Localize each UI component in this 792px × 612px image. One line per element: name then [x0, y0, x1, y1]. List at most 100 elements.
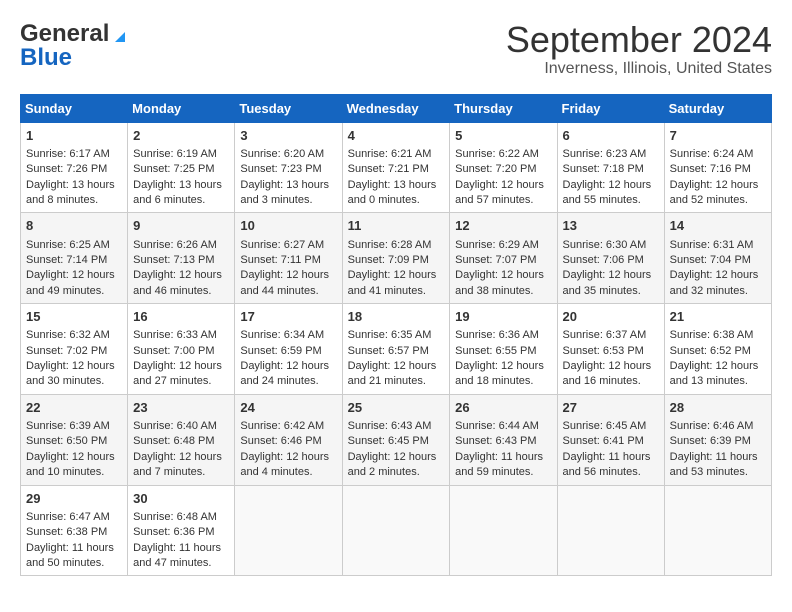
calendar-cell: 3 Sunrise: 6:20 AM Sunset: 7:23 PM Dayli…: [235, 122, 342, 213]
header-wednesday: Wednesday: [342, 94, 450, 122]
calendar-cell: 18 Sunrise: 6:35 AM Sunset: 6:57 PM Dayl…: [342, 304, 450, 395]
calendar-cell: 11 Sunrise: 6:28 AM Sunset: 7:09 PM Dayl…: [342, 213, 450, 304]
sunrise-text: Sunrise: 6:26 AM: [133, 239, 217, 251]
sunset-text: Sunset: 7:04 PM: [670, 254, 751, 266]
daylight-text: Daylight: 13 hours and 8 minutes.: [26, 179, 115, 206]
daylight-text: Daylight: 12 hours and 2 minutes.: [348, 451, 437, 478]
sunrise-text: Sunrise: 6:32 AM: [26, 329, 110, 341]
daylight-text: Daylight: 12 hours and 21 minutes.: [348, 360, 437, 387]
sunrise-text: Sunrise: 6:35 AM: [348, 329, 432, 341]
daylight-text: Daylight: 12 hours and 27 minutes.: [133, 360, 222, 387]
sunset-text: Sunset: 7:09 PM: [348, 254, 429, 266]
calendar-cell: 10 Sunrise: 6:27 AM Sunset: 7:11 PM Dayl…: [235, 213, 342, 304]
sunrise-text: Sunrise: 6:45 AM: [563, 420, 647, 432]
sunrise-text: Sunrise: 6:40 AM: [133, 420, 217, 432]
day-number: 25: [348, 399, 445, 417]
calendar-cell: 27 Sunrise: 6:45 AM Sunset: 6:41 PM Dayl…: [557, 394, 664, 485]
calendar-week-row: 29 Sunrise: 6:47 AM Sunset: 6:38 PM Dayl…: [21, 485, 772, 576]
day-number: 27: [563, 399, 659, 417]
sunset-text: Sunset: 7:02 PM: [26, 345, 107, 357]
sunrise-text: Sunrise: 6:46 AM: [670, 420, 754, 432]
daylight-text: Daylight: 12 hours and 35 minutes.: [563, 269, 652, 296]
sunrise-text: Sunrise: 6:39 AM: [26, 420, 110, 432]
sunrise-text: Sunrise: 6:48 AM: [133, 511, 217, 523]
daylight-text: Daylight: 11 hours and 59 minutes.: [455, 451, 543, 478]
sunrise-text: Sunrise: 6:19 AM: [133, 148, 217, 160]
calendar-cell: 13 Sunrise: 6:30 AM Sunset: 7:06 PM Dayl…: [557, 213, 664, 304]
sunset-text: Sunset: 7:25 PM: [133, 163, 214, 175]
sunset-text: Sunset: 6:52 PM: [670, 345, 751, 357]
sunset-text: Sunset: 6:59 PM: [240, 345, 321, 357]
calendar-cell: [557, 485, 664, 576]
calendar-cell: 29 Sunrise: 6:47 AM Sunset: 6:38 PM Dayl…: [21, 485, 128, 576]
day-number: 29: [26, 490, 122, 508]
daylight-text: Daylight: 12 hours and 57 minutes.: [455, 179, 544, 206]
header-saturday: Saturday: [664, 94, 771, 122]
calendar-cell: 16 Sunrise: 6:33 AM Sunset: 7:00 PM Dayl…: [128, 304, 235, 395]
daylight-text: Daylight: 12 hours and 18 minutes.: [455, 360, 544, 387]
day-number: 22: [26, 399, 122, 417]
sunrise-text: Sunrise: 6:24 AM: [670, 148, 754, 160]
day-number: 21: [670, 308, 766, 326]
sunrise-text: Sunrise: 6:42 AM: [240, 420, 324, 432]
page-header: General Blue September 2024 Inverness, I…: [20, 20, 772, 78]
sunrise-text: Sunrise: 6:27 AM: [240, 239, 324, 251]
calendar-cell: 20 Sunrise: 6:37 AM Sunset: 6:53 PM Dayl…: [557, 304, 664, 395]
sunrise-text: Sunrise: 6:29 AM: [455, 239, 539, 251]
calendar-week-row: 22 Sunrise: 6:39 AM Sunset: 6:50 PM Dayl…: [21, 394, 772, 485]
sunrise-text: Sunrise: 6:23 AM: [563, 148, 647, 160]
calendar-cell: 21 Sunrise: 6:38 AM Sunset: 6:52 PM Dayl…: [664, 304, 771, 395]
day-number: 17: [240, 308, 336, 326]
calendar-table: Sunday Monday Tuesday Wednesday Thursday…: [20, 94, 772, 577]
header-tuesday: Tuesday: [235, 94, 342, 122]
daylight-text: Daylight: 11 hours and 50 minutes.: [26, 542, 114, 569]
calendar-cell: 2 Sunrise: 6:19 AM Sunset: 7:25 PM Dayli…: [128, 122, 235, 213]
logo: General Blue: [20, 20, 129, 72]
sunset-text: Sunset: 7:13 PM: [133, 254, 214, 266]
sunset-text: Sunset: 7:18 PM: [563, 163, 644, 175]
day-number: 16: [133, 308, 229, 326]
sunset-text: Sunset: 7:26 PM: [26, 163, 107, 175]
calendar-cell: 26 Sunrise: 6:44 AM Sunset: 6:43 PM Dayl…: [450, 394, 557, 485]
sunrise-text: Sunrise: 6:47 AM: [26, 511, 110, 523]
location-title: Inverness, Illinois, United States: [506, 60, 772, 78]
calendar-cell: [664, 485, 771, 576]
calendar-cell: 19 Sunrise: 6:36 AM Sunset: 6:55 PM Dayl…: [450, 304, 557, 395]
daylight-text: Daylight: 12 hours and 49 minutes.: [26, 269, 115, 296]
sunset-text: Sunset: 7:23 PM: [240, 163, 321, 175]
daylight-text: Daylight: 12 hours and 38 minutes.: [455, 269, 544, 296]
daylight-text: Daylight: 12 hours and 41 minutes.: [348, 269, 437, 296]
sunset-text: Sunset: 6:41 PM: [563, 435, 644, 447]
day-number: 8: [26, 217, 122, 235]
calendar-cell: 12 Sunrise: 6:29 AM Sunset: 7:07 PM Dayl…: [450, 213, 557, 304]
day-number: 9: [133, 217, 229, 235]
sunrise-text: Sunrise: 6:28 AM: [348, 239, 432, 251]
day-number: 20: [563, 308, 659, 326]
sunrise-text: Sunrise: 6:17 AM: [26, 148, 110, 160]
day-number: 1: [26, 127, 122, 145]
calendar-cell: 7 Sunrise: 6:24 AM Sunset: 7:16 PM Dayli…: [664, 122, 771, 213]
sunrise-text: Sunrise: 6:33 AM: [133, 329, 217, 341]
calendar-cell: 14 Sunrise: 6:31 AM Sunset: 7:04 PM Dayl…: [664, 213, 771, 304]
sunset-text: Sunset: 7:20 PM: [455, 163, 536, 175]
calendar-cell: [342, 485, 450, 576]
sunrise-text: Sunrise: 6:43 AM: [348, 420, 432, 432]
calendar-cell: 24 Sunrise: 6:42 AM Sunset: 6:46 PM Dayl…: [235, 394, 342, 485]
calendar-cell: 23 Sunrise: 6:40 AM Sunset: 6:48 PM Dayl…: [128, 394, 235, 485]
day-number: 18: [348, 308, 445, 326]
daylight-text: Daylight: 12 hours and 46 minutes.: [133, 269, 222, 296]
sunset-text: Sunset: 6:46 PM: [240, 435, 321, 447]
sunrise-text: Sunrise: 6:30 AM: [563, 239, 647, 251]
weekday-header-row: Sunday Monday Tuesday Wednesday Thursday…: [21, 94, 772, 122]
daylight-text: Daylight: 11 hours and 53 minutes.: [670, 451, 758, 478]
sunset-text: Sunset: 6:57 PM: [348, 345, 429, 357]
sunset-text: Sunset: 6:55 PM: [455, 345, 536, 357]
calendar-cell: [450, 485, 557, 576]
calendar-cell: 5 Sunrise: 6:22 AM Sunset: 7:20 PM Dayli…: [450, 122, 557, 213]
daylight-text: Daylight: 11 hours and 47 minutes.: [133, 542, 221, 569]
logo-blue: Blue: [20, 44, 72, 72]
calendar-cell: 1 Sunrise: 6:17 AM Sunset: 7:26 PM Dayli…: [21, 122, 128, 213]
day-number: 3: [240, 127, 336, 145]
sunset-text: Sunset: 7:11 PM: [240, 254, 321, 266]
daylight-text: Daylight: 12 hours and 44 minutes.: [240, 269, 329, 296]
